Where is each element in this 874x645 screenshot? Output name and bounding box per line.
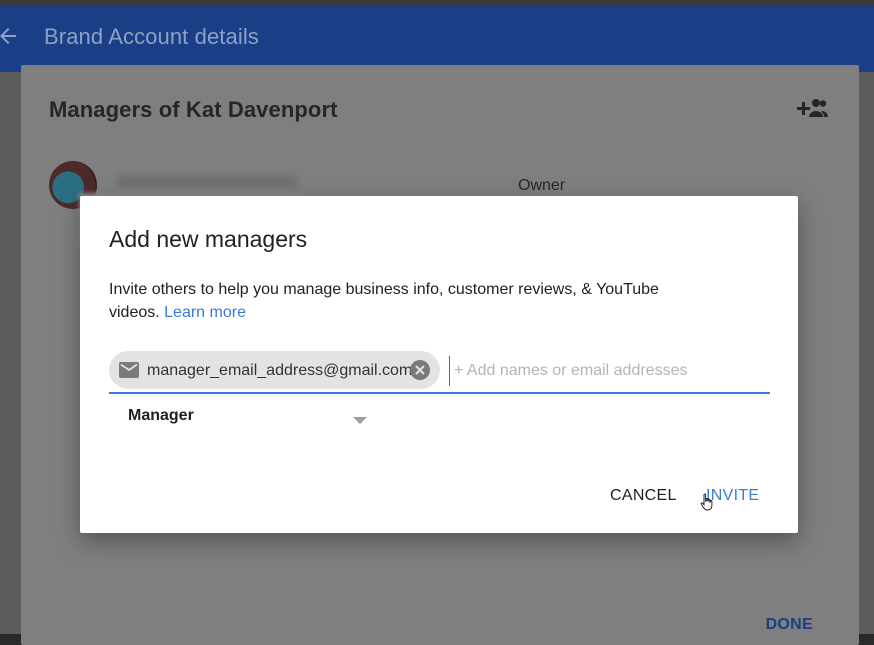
dialog-description: Invite others to help you manage busines… <box>109 278 709 324</box>
hand-cursor-icon <box>700 493 713 511</box>
add-recipient-input[interactable] <box>449 356 774 386</box>
member-role: Owner <box>518 177 566 194</box>
role-dropdown[interactable]: Manager <box>109 400 379 432</box>
dialog-title: Add new managers <box>109 226 308 252</box>
learn-more-link[interactable]: Learn more <box>164 304 246 321</box>
card-title: Managers of Kat Davenport <box>49 97 338 122</box>
chip-email-text: manager_email_address@gmail.com <box>147 362 413 379</box>
redacted-member-name <box>117 175 297 187</box>
mail-icon <box>119 362 139 378</box>
cancel-button[interactable]: CANCEL <box>604 481 683 511</box>
role-dropdown-value: Manager <box>128 407 194 424</box>
dropdown-caret-icon <box>353 417 367 424</box>
add-managers-dialog: Add new managers Invite others to help y… <box>80 196 798 533</box>
page-title: Brand Account details <box>44 24 259 49</box>
app-bar: Brand Account details <box>0 6 874 72</box>
done-button[interactable]: DONE <box>766 616 813 634</box>
remove-chip-icon[interactable] <box>410 360 430 380</box>
recipients-field[interactable]: manager_email_address@gmail.com <box>109 350 774 394</box>
add-person-icon[interactable] <box>795 97 829 119</box>
arrow-left-icon[interactable] <box>0 24 20 48</box>
email-chip[interactable]: manager_email_address@gmail.com <box>109 351 440 389</box>
